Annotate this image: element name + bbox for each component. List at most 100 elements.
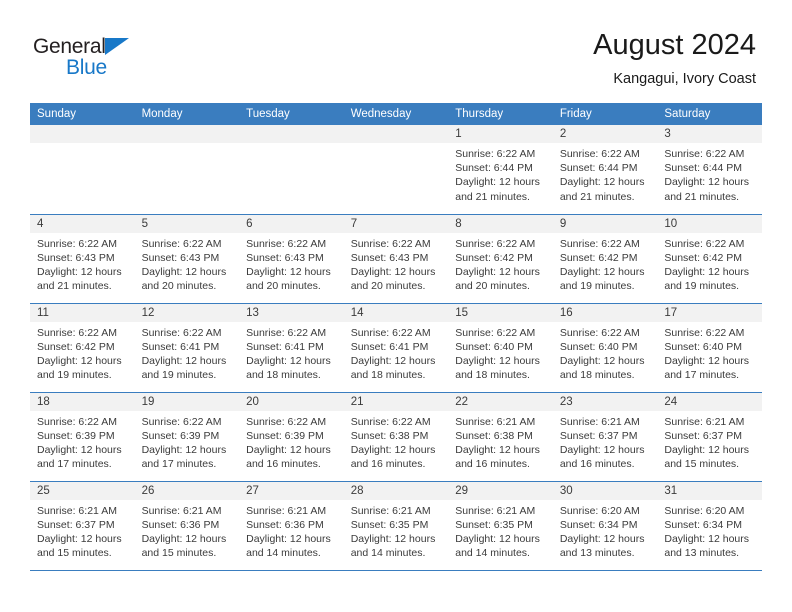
day-cell-empty (134, 125, 240, 215)
sunrise-time: Sunrise: 6:22 AM (455, 148, 536, 160)
day-cell[interactable]: 30 Sunrise: 6:20 AM Sunset: 6:34 PM Dayligh… (552, 481, 658, 571)
day-number: 30 (552, 481, 658, 500)
weekday-header-row: Sunday Monday Tuesday Wednesday Thursday Frid… (30, 103, 762, 125)
day-cell[interactable]: 16 Sunrise: 6:22 AM Sunset: 6:40 PM Dayligh… (552, 303, 658, 393)
day-cell[interactable]: 1 Sunrise: 6:22 AM Sunset: 6:44 PM Daylight… (448, 125, 553, 215)
day-details: Sunrise: 6:21 AM Sunset: 6:37 PM Daylight:… (553, 411, 658, 472)
calendar-week-row: 18 Sunrise: 6:22 AM Sunset: 6:39 PM Dayligh… (30, 392, 762, 482)
daylight-duration-line1: Daylight: 12 hours (246, 265, 331, 278)
day-cell[interactable]: 20 Sunrise: 6:22 AM Sunset: 6:39 PM Dayligh… (239, 392, 344, 482)
sunrise-time: Sunrise: 6:22 AM (559, 237, 640, 250)
sunrise-time: Sunrise: 6:22 AM (664, 148, 745, 160)
calendar-week-row: 1 Sunrise: 6:22 AM Sunset: 6:44 PM Daylight… (30, 125, 762, 215)
calendar-week-row: 25 Sunrise: 6:21 AM Sunset: 6:37 PM Dayligh… (30, 481, 762, 571)
day-cell[interactable]: 22 Sunrise: 6:21 AM Sunset: 6:38 PM Dayligh… (448, 392, 553, 482)
day-cell[interactable]: 23 Sunrise: 6:21 AM Sunset: 6:37 PM Dayligh… (552, 392, 658, 482)
sunrise-time: Sunrise: 6:22 AM (455, 326, 536, 339)
sunrise-time: Sunrise: 6:21 AM (37, 504, 117, 517)
day-cell[interactable]: 15 Sunrise: 6:22 AM Sunset: 6:40 PM Dayligh… (448, 303, 553, 393)
daylight-duration-line2: and 18 minutes. (455, 369, 530, 382)
daylight-duration-line2: and 16 minutes. (350, 458, 426, 471)
day-cell[interactable]: 10 Sunrise: 6:22 AM Sunset: 6:42 PM Dayligh… (657, 214, 762, 304)
sunset-time: Sunset: 6:41 PM (141, 340, 220, 353)
day-number: 2 (552, 125, 658, 143)
day-cell[interactable]: 27 Sunrise: 6:21 AM Sunset: 6:36 PM Dayligh… (239, 481, 344, 571)
day-number: 6 (239, 214, 344, 233)
day-cell[interactable]: 14 Sunrise: 6:22 AM Sunset: 6:41 PM Dayligh… (343, 303, 449, 393)
day-number: 29 (448, 481, 553, 500)
day-details: Sunrise: 6:21 AM Sunset: 6:35 PM Daylight:… (344, 500, 449, 561)
sunrise-time: Sunrise: 6:20 AM (664, 504, 745, 517)
day-cell[interactable]: 31 Sunrise: 6:20 AM Sunset: 6:34 PM Dayligh… (657, 481, 762, 571)
day-cell[interactable]: 19 Sunrise: 6:22 AM Sunset: 6:39 PM Dayligh… (134, 392, 240, 482)
day-cell[interactable]: 26 Sunrise: 6:21 AM Sunset: 6:36 PM Dayligh… (134, 481, 240, 571)
day-details: Sunrise: 6:22 AM Sunset: 6:39 PM Daylight:… (239, 411, 344, 472)
day-cell[interactable]: 5 Sunrise: 6:22 AM Sunset: 6:43 PM Daylight… (134, 214, 240, 304)
daylight-duration-line1: Daylight: 12 hours (455, 532, 540, 545)
weekday-header-tuesday: Tuesday (239, 103, 344, 125)
daylight-duration-line2: and 13 minutes. (559, 547, 635, 560)
weekday-header-sunday: Sunday (30, 103, 135, 125)
day-number (30, 125, 135, 143)
day-details: Sunrise: 6:22 AM Sunset: 6:43 PM Daylight:… (135, 233, 240, 294)
day-cell[interactable]: 25 Sunrise: 6:21 AM Sunset: 6:37 PM Dayligh… (30, 481, 135, 571)
day-details: Sunrise: 6:20 AM Sunset: 6:34 PM Daylight:… (657, 500, 762, 561)
sunrise-time: Sunrise: 6:21 AM (350, 504, 431, 517)
day-details: Sunrise: 6:22 AM Sunset: 6:44 PM Daylight:… (448, 143, 553, 204)
sunrise-time: Sunrise: 6:21 AM (455, 415, 536, 428)
daylight-duration-line2: and 20 minutes. (455, 280, 530, 293)
weekday-header-friday: Friday (552, 103, 658, 125)
day-cell[interactable]: 24 Sunrise: 6:21 AM Sunset: 6:37 PM Dayligh… (657, 392, 762, 482)
day-details: Sunrise: 6:22 AM Sunset: 6:43 PM Daylight:… (30, 233, 135, 294)
daylight-duration-line2: and 16 minutes. (559, 458, 635, 471)
day-details: Sunrise: 6:22 AM Sunset: 6:38 PM Daylight:… (344, 411, 449, 472)
daylight-duration-line1: Daylight: 12 hours (664, 176, 750, 189)
day-cell[interactable]: 11 Sunrise: 6:22 AM Sunset: 6:42 PM Dayligh… (30, 303, 135, 393)
daylight-duration-line2: and 13 minutes. (664, 547, 740, 560)
day-cell[interactable]: 17 Sunrise: 6:22 AM Sunset: 6:40 PM Dayligh… (657, 303, 762, 393)
sunset-time: Sunset: 6:43 PM (246, 251, 324, 264)
sunset-time: Sunset: 6:41 PM (246, 340, 324, 353)
day-number: 9 (552, 214, 658, 233)
sunset-time: Sunset: 6:42 PM (559, 251, 638, 264)
day-cell[interactable]: 18 Sunrise: 6:22 AM Sunset: 6:39 PM Dayligh… (30, 392, 135, 482)
day-cell[interactable]: 8 Sunrise: 6:22 AM Sunset: 6:42 PM Daylight… (448, 214, 553, 304)
sunset-time: Sunset: 6:40 PM (559, 340, 638, 353)
page-title: August 2024 (593, 29, 756, 61)
day-cell[interactable]: 21 Sunrise: 6:22 AM Sunset: 6:38 PM Dayligh… (343, 392, 449, 482)
day-details: Sunrise: 6:22 AM Sunset: 6:40 PM Daylight:… (657, 322, 762, 383)
day-cell-empty (30, 125, 135, 215)
calendar-table: Sunday Monday Tuesday Wednesday Thursday Frid… (30, 103, 762, 571)
sunrise-time: Sunrise: 6:22 AM (664, 237, 745, 250)
sunrise-time: Sunrise: 6:22 AM (350, 237, 431, 250)
day-number: 26 (134, 481, 240, 500)
day-number: 14 (343, 303, 449, 322)
day-cell[interactable]: 29 Sunrise: 6:21 AM Sunset: 6:35 PM Dayligh… (448, 481, 553, 571)
daylight-duration-line1: Daylight: 12 hours (350, 265, 436, 278)
daylight-duration-line2: and 17 minutes. (37, 458, 112, 471)
day-cell[interactable]: 4 Sunrise: 6:22 AM Sunset: 6:43 PM Daylight… (30, 214, 135, 304)
daylight-duration-line2: and 18 minutes. (246, 369, 321, 382)
weekday-header-saturday: Saturday (657, 103, 762, 125)
calendar-page: General Blue August 2024 Kangagui, Ivory… (0, 0, 792, 612)
day-cell[interactable]: 28 Sunrise: 6:21 AM Sunset: 6:35 PM Dayligh… (343, 481, 449, 571)
weekday-header-wednesday: Wednesday (343, 103, 449, 125)
day-cell[interactable]: 6 Sunrise: 6:22 AM Sunset: 6:43 PM Daylight… (239, 214, 344, 304)
sunset-time: Sunset: 6:43 PM (37, 251, 115, 264)
title-block: August 2024 Kangagui, Ivory Coast (593, 28, 756, 89)
sunrise-time: Sunrise: 6:22 AM (37, 237, 117, 250)
day-cell[interactable]: 9 Sunrise: 6:22 AM Sunset: 6:42 PM Daylight… (552, 214, 658, 304)
sunrise-time: Sunrise: 6:21 AM (246, 504, 327, 517)
daylight-duration-line2: and 14 minutes. (350, 547, 426, 560)
day-cell[interactable]: 3 Sunrise: 6:22 AM Sunset: 6:44 PM Daylight… (657, 125, 762, 215)
day-cell[interactable]: 13 Sunrise: 6:22 AM Sunset: 6:41 PM Dayligh… (239, 303, 344, 393)
sunrise-time: Sunrise: 6:22 AM (246, 326, 327, 339)
daylight-duration-line2: and 14 minutes. (246, 547, 321, 560)
day-cell[interactable]: 7 Sunrise: 6:22 AM Sunset: 6:43 PM Daylight… (343, 214, 449, 304)
day-cell[interactable]: 2 Sunrise: 6:22 AM Sunset: 6:44 PM Daylight… (552, 125, 658, 215)
day-number: 19 (134, 392, 240, 411)
sunrise-time: Sunrise: 6:21 AM (455, 504, 536, 517)
daylight-duration-line1: Daylight: 12 hours (559, 443, 645, 456)
day-cell[interactable]: 12 Sunrise: 6:22 AM Sunset: 6:41 PM Dayligh… (134, 303, 240, 393)
day-cell-empty (239, 125, 344, 215)
